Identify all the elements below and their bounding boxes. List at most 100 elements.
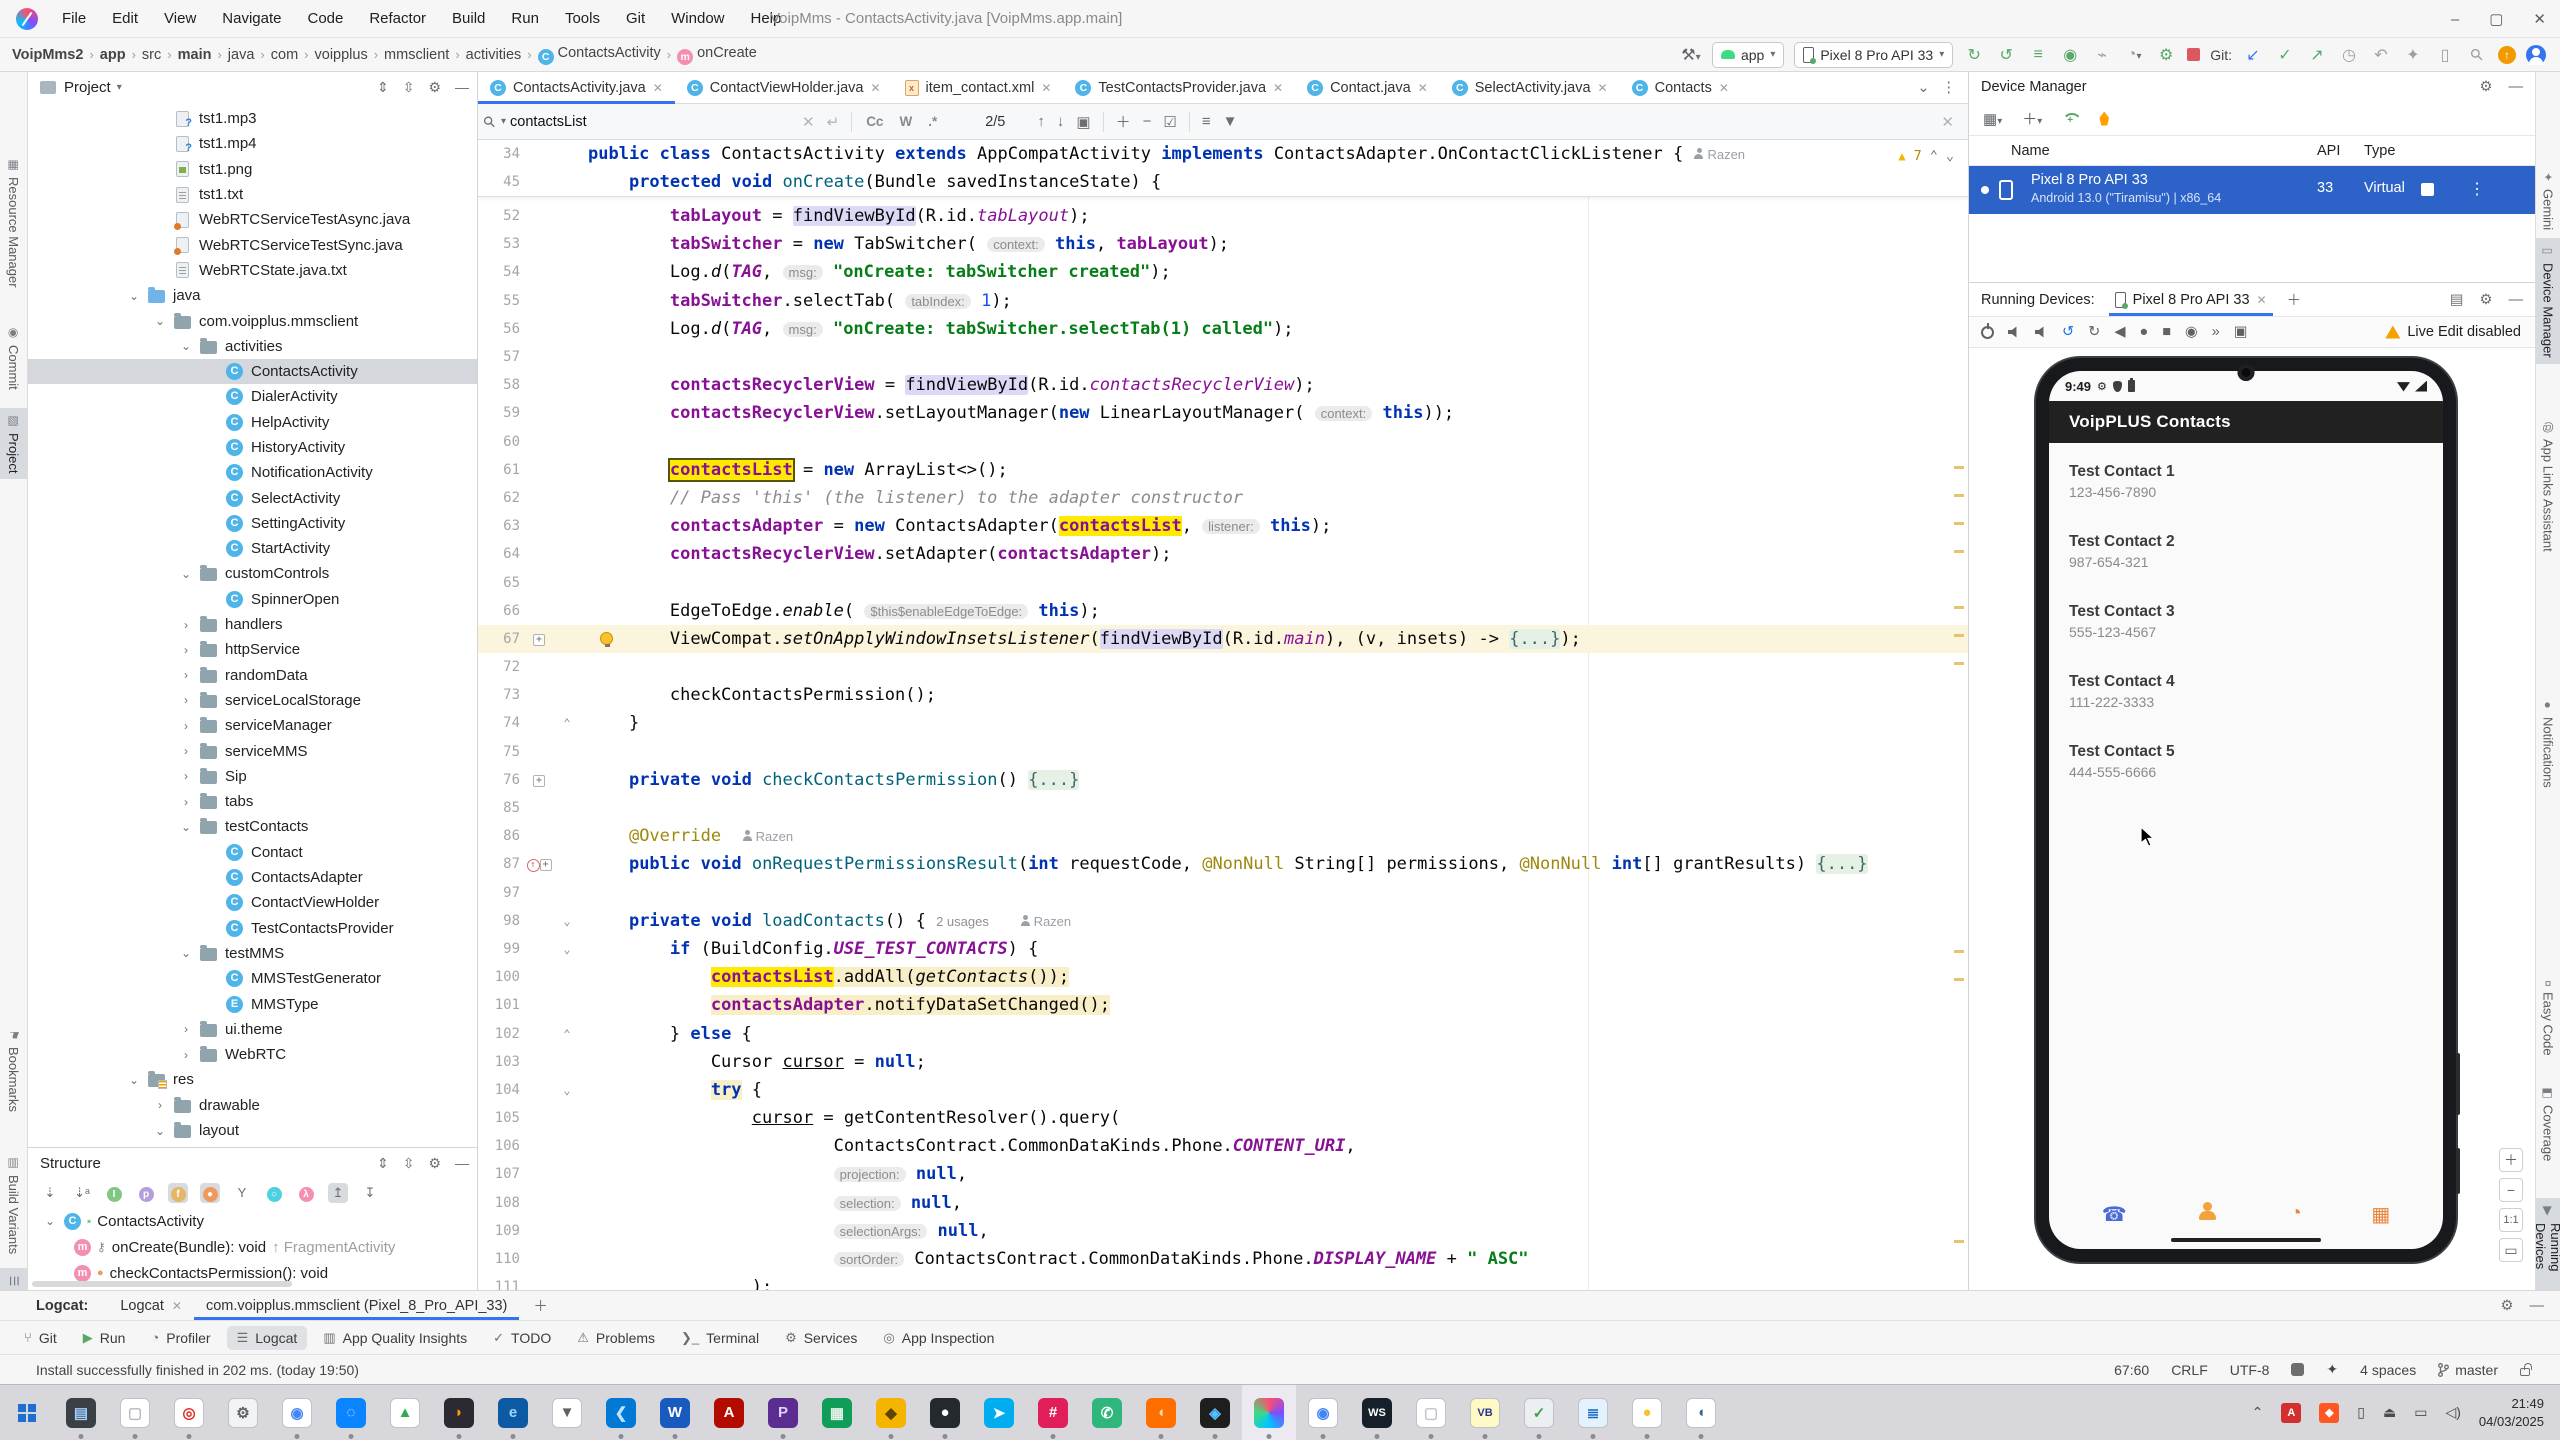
clock[interactable]: 21:49 04/03/2025 — [2479, 1395, 2544, 1430]
filter-options-icon[interactable]: ≡ — [1196, 113, 1217, 130]
show-non-public-icon[interactable]: ● — [200, 1183, 220, 1203]
code-line-73[interactable]: 73 checkContactsPermission(); — [478, 681, 1968, 709]
next-problem-icon[interactable]: ⌄ — [1946, 148, 1954, 164]
tool-window-button-problems[interactable]: ⚠Problems — [567, 1326, 665, 1350]
chevron-open-icon[interactable]: ⌄ — [178, 339, 194, 353]
tool-stripe-tab-build-variants[interactable]: ▤Build Variants — [0, 1150, 27, 1260]
code-line-100[interactable]: 100 contactsList.addAll(getContacts()); — [478, 963, 1968, 991]
tree-item-SpinnerOpen[interactable]: CSpinnerOpen — [28, 587, 477, 612]
device-row[interactable]: Pixel 8 Pro API 33 Android 13.0 ("Tirami… — [1969, 166, 2535, 214]
show-lambdas-icon[interactable]: λ — [296, 1183, 316, 1203]
tool-stripe-tab-project[interactable]: ▨Project — [0, 408, 27, 479]
tree-item-Sip[interactable]: ›Sip — [28, 764, 477, 789]
code-line-104[interactable]: 104⌄ try { — [478, 1076, 1968, 1104]
add-logcat-tab-icon[interactable]: ＋ — [519, 1295, 562, 1316]
device-view-mode-icon[interactable]: ▦▾ — [1983, 110, 2002, 128]
code-line-57[interactable]: 57 — [478, 343, 1968, 371]
tool-window-button-app-quality-insights[interactable]: ▥App Quality Insights — [313, 1326, 477, 1350]
search-input[interactable]: contactsList — [506, 114, 796, 130]
code-line-85[interactable]: 85 — [478, 794, 1968, 822]
stripe-mark[interactable] — [1954, 466, 1964, 469]
chevron-closed-icon[interactable]: › — [178, 795, 194, 809]
gradle-sync-icon[interactable]: ↑ — [2498, 46, 2516, 64]
hide-panel-icon[interactable]: — — [455, 1155, 469, 1172]
camera-icon[interactable]: ◉ — [2185, 324, 2198, 340]
code-line-76[interactable]: 76+ private void checkContactsPermission… — [478, 766, 1968, 794]
tool-window-button-run[interactable]: ▶Run — [73, 1326, 136, 1350]
attach-debugger-icon[interactable]: ⌁ — [2091, 45, 2113, 65]
minimize-window-icon[interactable]: – — [2451, 11, 2459, 28]
next-match-icon[interactable]: ↓ — [1051, 113, 1071, 130]
tray-app-icon[interactable]: A — [2281, 1403, 2301, 1423]
words-toggle[interactable]: W — [891, 114, 920, 129]
chevron-open-icon[interactable]: ⌄ — [126, 289, 142, 303]
taskbar-app-icon[interactable]: ▢ — [1404, 1385, 1458, 1440]
tree-item-HelpActivity[interactable]: CHelpActivity — [28, 410, 477, 435]
tool-stripe-tab-commit[interactable]: ◉Commit — [0, 320, 27, 396]
contact-item[interactable]: Test Contact 3555-123-4567 — [2069, 603, 2175, 640]
volume-icon[interactable]: ◁) — [2445, 1404, 2460, 1421]
menu-code[interactable]: Code — [297, 6, 353, 31]
tray-expand-icon[interactable]: ⌃ — [2252, 1404, 2264, 1421]
stripe-mark[interactable] — [1954, 522, 1964, 525]
code-line-98[interactable]: 98⌄ private void loadContacts() { 2 usag… — [478, 907, 1968, 935]
tree-item-WebRTCServiceTestSync.java[interactable]: WebRTCServiceTestSync.java — [28, 232, 477, 257]
tree-item-randomData[interactable]: ›randomData — [28, 663, 477, 688]
tree-item-serviceMMS[interactable]: ›serviceMMS — [28, 738, 477, 763]
breadcrumb-item[interactable]: CContactsActivity — [538, 45, 661, 65]
group-methods-icon[interactable]: Y — [232, 1183, 252, 1203]
expand-all-icon[interactable]: ⇕ — [377, 1155, 389, 1172]
code-line-107[interactable]: 107 projection: null, — [478, 1160, 1968, 1188]
indent-setting[interactable]: 4 spaces — [2360, 1362, 2416, 1378]
read-only-toggle-icon[interactable] — [2291, 1363, 2304, 1376]
code-line-101[interactable]: 101 contactsAdapter.notifyDataSetChanged… — [478, 991, 1968, 1019]
close-tab-icon[interactable]: ✕ — [870, 81, 880, 95]
apps-nav-icon[interactable]: ▦ — [2371, 1202, 2390, 1227]
code-line-34[interactable]: 34public class ContactsActivity extends … — [478, 140, 1968, 168]
project-view-dropdown-icon[interactable]: ▾ — [117, 82, 122, 93]
code-line-108[interactable]: 108 selection: null, — [478, 1189, 1968, 1217]
running-devices-settings-icon[interactable]: ⚙ — [2480, 292, 2493, 308]
chevron-closed-icon[interactable]: › — [178, 668, 194, 682]
taskbar-app-icon[interactable]: ◖ — [1674, 1385, 1728, 1440]
eject-icon[interactable]: ⏏ — [2383, 1404, 2396, 1421]
chevron-closed-icon[interactable]: › — [178, 719, 194, 733]
chevron-closed-icon[interactable]: › — [178, 1022, 194, 1036]
breadcrumb-item[interactable]: monCreate — [677, 45, 757, 65]
tool-window-button-todo[interactable]: ✓TODO — [483, 1326, 561, 1350]
code-line-64[interactable]: 64 contactsRecyclerView.setAdapter(conta… — [478, 540, 1968, 568]
firebase-icon[interactable] — [2098, 112, 2110, 126]
device-more-options-icon[interactable]: ⋮ — [2469, 179, 2485, 199]
tree-item-ContactsActivity[interactable]: CContactsActivity — [28, 359, 477, 384]
collapse-all-icon[interactable]: ⇳ — [403, 79, 415, 96]
stripe-mark[interactable] — [1954, 550, 1964, 553]
tool-stripe-tab-notifications[interactable]: ●Notifications — [2536, 692, 2560, 794]
code-line-58[interactable]: 58 contactsRecyclerView = findViewById(R… — [478, 371, 1968, 399]
sort-alphabetically-icon[interactable]: ⇣ᵃ — [72, 1183, 92, 1203]
chevron-open-icon[interactable]: ⌄ — [178, 567, 194, 581]
tool-window-button-logcat[interactable]: ☰Logcat — [227, 1326, 308, 1350]
running-device-tab[interactable]: Pixel 8 Pro API 33 ✕ — [2109, 283, 2273, 316]
code-line-86[interactable]: 86 @Override Razen — [478, 822, 1968, 850]
taskbar-app-icon[interactable]: WS — [1350, 1385, 1404, 1440]
tree-item-SelectActivity[interactable]: CSelectActivity — [28, 485, 477, 510]
code-line-60[interactable]: 60 — [478, 428, 1968, 456]
show-fields-icon[interactable]: f — [168, 1183, 188, 1203]
show-inherited-icon[interactable]: I — [104, 1183, 124, 1203]
tools-menu-icon[interactable]: ⚒▾ — [1680, 45, 1702, 65]
git-rollback-icon[interactable]: ↶ — [2370, 45, 2392, 65]
volume-up-icon[interactable] — [2035, 326, 2048, 339]
taskbar-app-icon[interactable]: # — [1026, 1385, 1080, 1440]
chevron-closed-icon[interactable]: › — [178, 1048, 194, 1062]
tree-item-tabs[interactable]: ›tabs — [28, 789, 477, 814]
editor-tab-ContactViewHolder.java[interactable]: CContactViewHolder.java✕ — [675, 72, 893, 103]
taskbar-app-icon[interactable]: ⚙ — [216, 1385, 270, 1440]
close-tab-icon[interactable]: ✕ — [1273, 81, 1283, 95]
tree-item-tst1.mp3[interactable]: tst1.mp3 — [28, 106, 477, 131]
tree-item-HistoryActivity[interactable]: CHistoryActivity — [28, 435, 477, 460]
chevron-closed-icon[interactable]: › — [152, 1098, 168, 1112]
search-in-selection-icon[interactable]: ▣ — [1070, 113, 1096, 131]
editor-tab-SelectActivity.java[interactable]: CSelectActivity.java✕ — [1440, 72, 1620, 103]
taskbar-app-icon[interactable]: ➤ — [972, 1385, 1026, 1440]
tree-item-tst1.png[interactable]: tst1.png — [28, 157, 477, 182]
